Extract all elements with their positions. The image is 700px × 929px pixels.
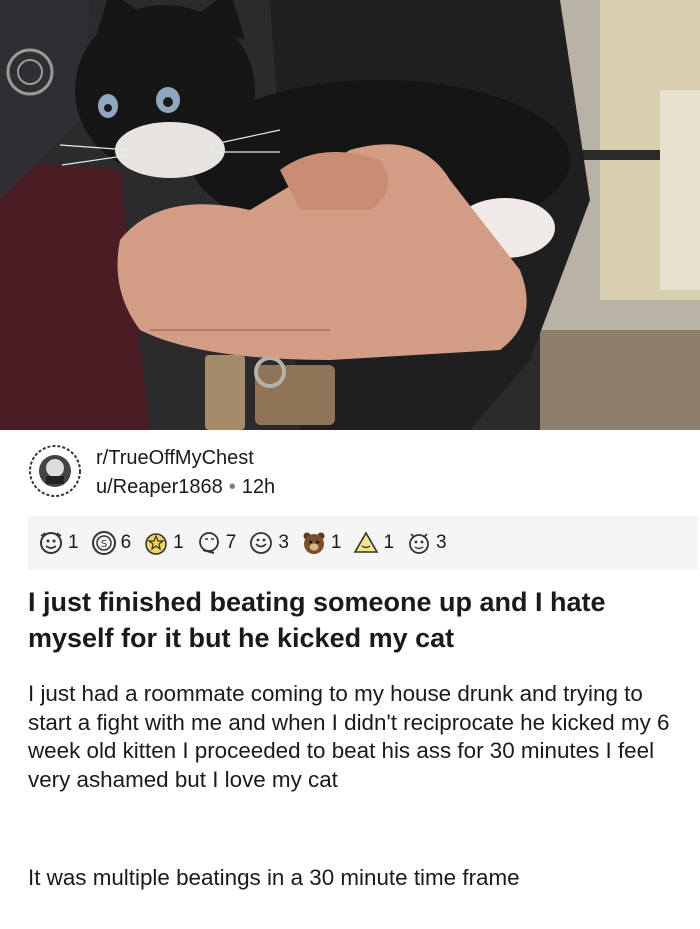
award-count: 3: [278, 532, 289, 553]
post-meta: r/TrueOffMyChest u/Reaper1868 • 12h: [96, 446, 275, 500]
award-hugs[interactable]: 3: [406, 530, 447, 556]
award-count: 7: [225, 532, 237, 553]
svg-text:S: S: [100, 539, 106, 550]
awards-bar[interactable]: 1 S 6 1 7 3 1 1 3: [28, 516, 698, 570]
award-count: 3: [436, 532, 447, 553]
triangle-award-icon: [354, 531, 379, 553]
award-thinking[interactable]: 7: [196, 530, 237, 556]
award-count: 1: [330, 532, 342, 553]
author-username[interactable]: u/Reaper1868: [96, 476, 223, 498]
award-bear[interactable]: 1: [301, 530, 342, 556]
subreddit-avatar-icon: [28, 444, 82, 498]
subreddit-avatar[interactable]: [28, 444, 82, 498]
kitten-photo-illustration: [0, 0, 700, 430]
award-silver[interactable]: S 6: [91, 530, 132, 556]
helpful-award-icon: [250, 532, 273, 554]
byline-separator: •: [228, 476, 236, 498]
post-title[interactable]: I just finished beating someone up and I…: [28, 584, 668, 656]
post-body-paragraph: I just had a roommate coming to my house…: [28, 681, 670, 792]
award-count: 1: [383, 532, 395, 553]
silver-coin-award-icon: S: [91, 531, 116, 555]
post-body-paragraph: It was multiple beatings in a 30 minute …: [28, 865, 520, 890]
post-byline: u/Reaper1868 • 12h: [96, 474, 275, 500]
bear-award-icon: [303, 532, 325, 554]
award-helpful[interactable]: 3: [248, 530, 289, 556]
hugz-award-icon: [40, 532, 62, 554]
hugs-award-icon: [409, 533, 429, 554]
post-header: r/TrueOffMyChest u/Reaper1868 • 12h: [28, 436, 668, 506]
wholesome-award-icon: [145, 533, 167, 555]
subreddit-name[interactable]: r/TrueOffMyChest: [96, 446, 275, 470]
award-count: 1: [68, 532, 79, 553]
award-wholesome[interactable]: 1: [143, 530, 184, 556]
post-image[interactable]: [0, 0, 700, 430]
award-triangle[interactable]: 1: [353, 530, 394, 556]
award-count: 6: [120, 532, 132, 553]
award-count: 1: [173, 532, 184, 553]
award-hugz[interactable]: 1: [38, 530, 79, 556]
thinking-award-icon: [198, 532, 219, 554]
post-age: 12h: [241, 476, 276, 498]
